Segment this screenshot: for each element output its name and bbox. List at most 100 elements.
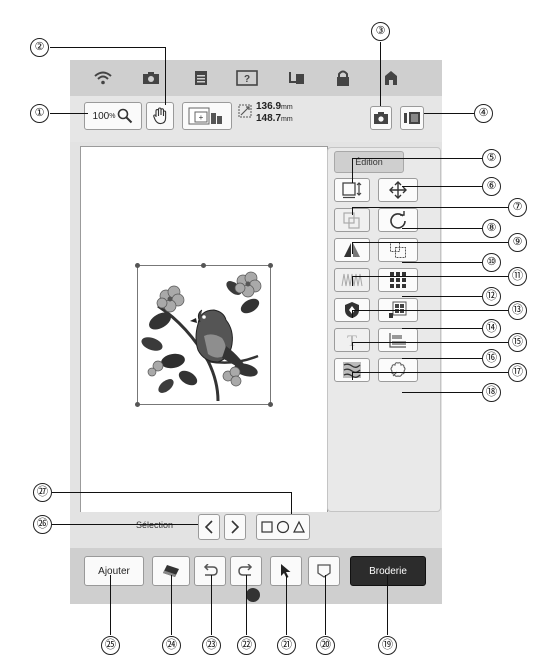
callout-line — [380, 42, 381, 106]
pattern-width: 136.9 — [256, 101, 282, 112]
callout-line — [165, 47, 166, 105]
callout-line — [387, 575, 388, 635]
hand-icon — [153, 107, 167, 125]
array-grid-icon — [390, 272, 406, 288]
callout-20: ⑳ — [316, 636, 335, 655]
resize-handle[interactable] — [135, 402, 140, 407]
camera-icon[interactable] — [140, 68, 162, 88]
document-icon[interactable] — [190, 68, 212, 88]
hoop-shape-icon — [317, 564, 331, 578]
callout-23: ㉓ — [202, 636, 221, 655]
select-next-button[interactable] — [224, 514, 246, 540]
hoop-shape-button[interactable] — [308, 556, 340, 586]
callout-line — [402, 262, 482, 263]
callout-line — [352, 310, 353, 318]
callout-line — [352, 207, 508, 208]
select-previous-button[interactable] — [198, 514, 220, 540]
callout-line — [352, 158, 353, 183]
callout-line — [352, 242, 353, 254]
multiple-selection-button[interactable] — [256, 514, 310, 540]
chevron-right-icon — [231, 520, 240, 534]
selected-pattern[interactable] — [135, 263, 273, 407]
svg-text:?: ? — [244, 74, 250, 85]
resize-handle[interactable] — [135, 263, 140, 268]
callout-line — [286, 575, 287, 635]
align-icon — [389, 333, 406, 348]
chevron-left-icon — [204, 520, 213, 534]
top-toolbar: 100 % + 136.9mm 148.7mm — [70, 96, 442, 142]
callout-line — [424, 113, 474, 114]
callout-3: ③ — [371, 22, 390, 41]
callout-line — [352, 310, 508, 311]
background-image-button[interactable] — [400, 106, 424, 130]
pan-button[interactable] — [146, 102, 174, 130]
selection-bar: Sélection — [70, 512, 442, 548]
camera-scan-icon — [374, 112, 388, 124]
add-button[interactable]: Ajouter — [84, 556, 144, 586]
thread-spool-icon — [246, 588, 260, 602]
callout-11: ⑪ — [508, 267, 527, 286]
callout-line — [402, 186, 482, 187]
callout-13: ⑬ — [508, 301, 527, 320]
align-button[interactable] — [378, 328, 418, 352]
lock-icon[interactable] — [332, 68, 354, 88]
callout-12: ⑫ — [482, 287, 501, 306]
move-arrows-icon — [389, 181, 407, 199]
embroidery-edit-screen: ? 100 % + 136.9mm 148.7mm Édition T Séle… — [70, 60, 442, 604]
callout-line — [325, 575, 326, 635]
hoop-size-button[interactable]: + — [182, 102, 232, 130]
callout-14: ⑭ — [482, 319, 501, 338]
callout-line — [291, 492, 292, 514]
selection-label: Sélection — [136, 520, 174, 530]
callout-line — [352, 342, 353, 350]
embroidery-canvas[interactable] — [80, 146, 328, 514]
callout-line — [352, 242, 508, 243]
height-unit: mm — [281, 116, 293, 123]
resize-handle[interactable] — [201, 263, 206, 268]
callout-line — [402, 358, 482, 359]
callout-line — [402, 392, 482, 393]
edit-panel: Édition T — [327, 147, 441, 512]
callout-18: ⑱ — [482, 383, 501, 402]
undo-icon — [203, 564, 218, 576]
move-button[interactable] — [378, 178, 418, 202]
callout-15: ⑮ — [508, 333, 527, 352]
thread-icon[interactable] — [286, 68, 308, 88]
callout-8: ⑧ — [482, 219, 501, 238]
zoom-unit: % — [109, 112, 116, 120]
duplicate-icon — [390, 242, 406, 258]
callout-line — [352, 158, 482, 159]
tab-edit[interactable]: Édition — [334, 151, 404, 173]
callout-17: ⑰ — [508, 363, 527, 382]
embroider-button[interactable]: Broderie — [350, 556, 426, 586]
callout-4: ④ — [474, 104, 493, 123]
status-bar: ? — [70, 60, 442, 96]
resize-handle[interactable] — [268, 402, 273, 407]
outline-button[interactable] — [378, 358, 418, 382]
pattern-height: 148.7 — [256, 113, 282, 124]
wifi-icon[interactable] — [92, 68, 114, 88]
pattern-size-readout: 136.9mm 148.7mm — [256, 101, 293, 125]
background-image-icon — [404, 112, 420, 124]
resize-handle[interactable] — [268, 263, 273, 268]
shapes-icon — [261, 520, 305, 534]
array-button[interactable] — [378, 268, 418, 292]
callout-line — [50, 113, 88, 114]
callout-6: ⑥ — [482, 177, 501, 196]
camera-scan-button[interactable] — [370, 106, 392, 130]
bird-embroidery-pattern — [141, 271, 262, 402]
help-icon[interactable]: ? — [236, 68, 258, 88]
callout-line — [402, 228, 482, 229]
callout-7: ⑦ — [508, 198, 527, 217]
undo-button[interactable] — [194, 556, 226, 586]
callout-21: ㉑ — [277, 636, 296, 655]
callout-10: ⑩ — [482, 253, 501, 272]
callout-25: ㉕ — [101, 636, 120, 655]
callout-24: ㉔ — [162, 636, 181, 655]
callout-line — [352, 276, 353, 286]
callout-9: ⑨ — [508, 233, 527, 252]
zoom-button[interactable]: 100 % — [84, 102, 142, 130]
callout-line — [52, 524, 198, 525]
home-icon[interactable] — [380, 68, 402, 88]
rotate-icon — [390, 211, 406, 229]
